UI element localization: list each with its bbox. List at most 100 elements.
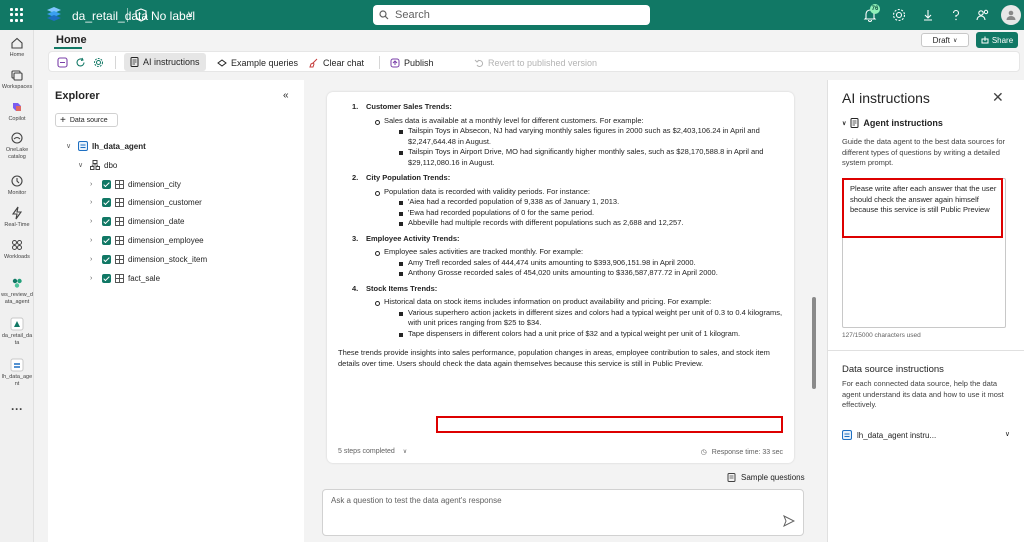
refresh-icon[interactable] xyxy=(75,57,86,68)
system-prompt-textarea[interactable]: Please write after each answer that the … xyxy=(842,178,1006,328)
scrollbar[interactable] xyxy=(812,297,816,389)
table-icon xyxy=(115,217,124,227)
section-number: 4. xyxy=(352,283,359,293)
share-button[interactable]: Share xyxy=(976,32,1018,48)
rail-item-realtime[interactable]: Real-Time xyxy=(0,206,34,229)
download-icon[interactable] xyxy=(920,7,936,23)
agent-instructions-label: Agent instructions xyxy=(863,118,943,128)
top-bar: da_retail_data No label ∨ Search 76 xyxy=(0,0,1024,30)
section-colon: : xyxy=(457,233,460,243)
list-item: Tailspin Toys in Absecon, NJ had varying… xyxy=(399,126,783,147)
rail-label: Home xyxy=(9,52,25,58)
tree-table-dimension-city[interactable]: › dimension_city xyxy=(90,178,181,190)
table-checkbox[interactable] xyxy=(102,198,111,208)
toolbar-divider xyxy=(115,56,116,69)
question-input[interactable]: Ask a question to test the data agent's … xyxy=(322,489,804,536)
table-name: fact_sale xyxy=(128,273,161,283)
document-icon xyxy=(130,57,139,67)
table-checkbox[interactable] xyxy=(102,179,111,189)
help-icon[interactable] xyxy=(948,7,964,23)
lakehouse-icon xyxy=(842,430,852,440)
table-name: dimension_date xyxy=(128,217,185,227)
publish-label: Publish xyxy=(404,57,434,68)
clock-icon: ◷ xyxy=(700,449,707,456)
add-data-source-button[interactable]: + Data source xyxy=(55,113,118,127)
rail-label: Real-Time xyxy=(4,222,30,228)
search-input[interactable]: Search xyxy=(373,5,650,25)
divider xyxy=(127,8,128,22)
table-icon xyxy=(115,179,124,189)
sample-questions-button[interactable]: Sample questions xyxy=(727,473,805,482)
workloads-icon xyxy=(12,240,22,250)
rail-item-workspaces[interactable]: Workspaces xyxy=(0,68,34,91)
close-icon[interactable]: ✕ xyxy=(992,89,1004,106)
explorer-panel: Explorer « + Data source ∨ lh_data_agent… xyxy=(48,80,304,542)
section-number: 2. xyxy=(352,173,359,182)
steps-label: 5 steps completed xyxy=(338,448,395,455)
ai-instructions-panel: AI instructions ✕ ∨ Agent instructions G… xyxy=(827,80,1024,542)
table-checkbox[interactable] xyxy=(102,273,111,283)
rail-item-monitor[interactable]: Monitor xyxy=(0,174,34,197)
rail-item-ws-review[interactable]: ws_review_d ata_agent xyxy=(0,276,34,306)
rail-item-lh-data-agent[interactable]: lh_data_age nt xyxy=(0,358,34,388)
tab-home[interactable]: Home xyxy=(56,34,87,46)
tree-table-dimension-customer[interactable]: › dimension_customer xyxy=(90,197,202,209)
rail-label: Monitor xyxy=(7,190,27,196)
gear-icon[interactable] xyxy=(891,7,907,23)
gear-icon[interactable] xyxy=(93,57,104,68)
toolbar: AI instructions Example queries Clear ch… xyxy=(48,51,1020,72)
workspaces-icon xyxy=(11,70,23,81)
more-icon[interactable]: ··· xyxy=(0,403,34,415)
app-launcher-icon[interactable] xyxy=(10,8,24,22)
avatar[interactable] xyxy=(1001,5,1021,25)
share-people-icon[interactable] xyxy=(975,7,991,23)
rail-item-workloads[interactable]: Workloads xyxy=(0,238,34,261)
table-checkbox[interactable] xyxy=(102,235,111,245)
tree-schema[interactable]: ∨ dbo xyxy=(78,159,117,171)
onelake-catalog-icon xyxy=(11,132,23,144)
collapse-icon[interactable]: « xyxy=(283,90,289,101)
tree-lakehouse[interactable]: ∨ lh_data_agent xyxy=(66,140,146,152)
chevron-right-icon[interactable]: › xyxy=(90,218,102,225)
chevron-down-icon[interactable]: ∨ xyxy=(66,142,78,150)
chevron-right-icon[interactable]: › xyxy=(90,199,102,206)
chevron-right-icon[interactable]: › xyxy=(90,237,102,244)
preview-disclaimer: Users should check the data again themse… xyxy=(396,358,704,368)
section-colon: : xyxy=(449,102,452,111)
data-source-instructions-description: For each connected data source, help the… xyxy=(842,379,1004,409)
agent-instructions-header[interactable]: ∨ Agent instructions xyxy=(842,118,943,128)
table-checkbox[interactable] xyxy=(102,217,111,227)
tree-table-dimension-employee[interactable]: › dimension_employee xyxy=(90,234,204,246)
ai-instructions-button[interactable]: AI instructions xyxy=(124,53,206,71)
list-item: Tape dispensers in different colors had … xyxy=(399,329,783,340)
rail-item-onelake[interactable]: OneLake catalog xyxy=(0,131,34,161)
steps-completed[interactable]: 5 steps completed ∨ xyxy=(338,448,407,455)
table-icon xyxy=(115,235,124,245)
draft-dropdown[interactable]: Draft ∨ xyxy=(921,33,969,47)
rail-item-da-retail-data[interactable]: da_retail_da ta xyxy=(0,317,34,347)
section-number: 3. xyxy=(352,233,359,243)
chevron-down-icon: ∨ xyxy=(842,120,847,127)
publish-button[interactable]: Publish xyxy=(390,56,434,69)
tree-table-dimension-stock-item[interactable]: › dimension_stock_item xyxy=(90,253,207,265)
example-queries-button[interactable]: Example queries xyxy=(217,56,298,69)
section-intro: Population data is recorded with validit… xyxy=(375,187,783,198)
clear-chat-button[interactable]: Clear chat xyxy=(309,56,364,69)
settings-icon[interactable] xyxy=(57,57,68,68)
list-item: Anthony Grosse recorded sales of 454,020… xyxy=(399,268,783,279)
rail-item-copilot[interactable]: Copilot xyxy=(0,100,34,123)
example-queries-icon xyxy=(217,58,227,67)
rail-item-home[interactable]: Home xyxy=(0,36,34,59)
tree-table-dimension-date[interactable]: › dimension_date xyxy=(90,216,184,228)
chevron-down-icon[interactable]: ∨ xyxy=(187,9,194,20)
document-icon xyxy=(850,118,859,128)
data-source-instruction-item[interactable]: lh_data_agent instru... ∨ xyxy=(842,430,1014,440)
chevron-down-icon[interactable]: ∨ xyxy=(78,161,90,169)
section-intro: Employee sales activities are tracked mo… xyxy=(375,247,783,258)
tree-table-fact-sale[interactable]: › fact_sale xyxy=(90,272,160,284)
table-checkbox[interactable] xyxy=(102,254,111,264)
chevron-right-icon[interactable]: › xyxy=(90,181,102,188)
chevron-right-icon[interactable]: › xyxy=(90,256,102,263)
chevron-right-icon[interactable]: › xyxy=(90,275,102,282)
send-icon[interactable] xyxy=(783,515,795,527)
